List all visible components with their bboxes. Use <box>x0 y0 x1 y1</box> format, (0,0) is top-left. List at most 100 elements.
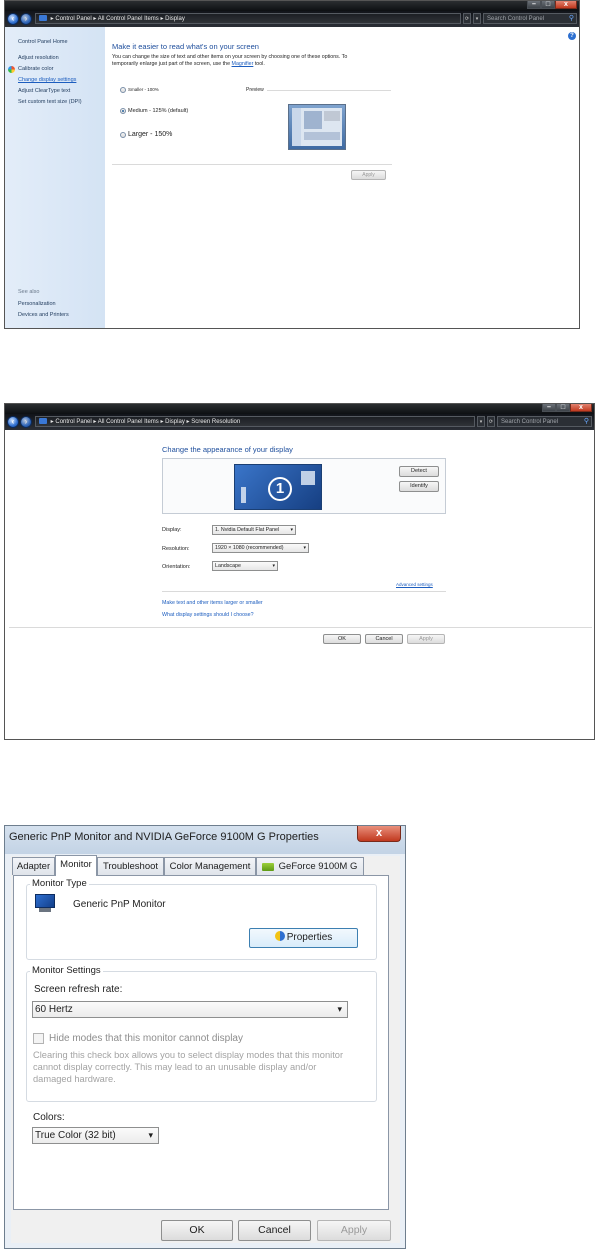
option-larger-label: Larger - 150% <box>128 131 173 138</box>
close-button[interactable]: x <box>357 826 401 842</box>
radio-smaller[interactable] <box>120 87 126 93</box>
search-input[interactable]: Search Control Panel ⚲ <box>497 416 592 427</box>
back-icon[interactable]: ‹ <box>7 13 19 25</box>
minimize-button[interactable]: – <box>527 1 541 9</box>
forward-icon[interactable]: › <box>20 416 32 428</box>
monitor-settings-label: Monitor Settings <box>30 965 103 976</box>
identify-button[interactable]: Identify <box>399 481 439 492</box>
address-bar[interactable]: ▸ Control Panel ▸ All Control Panel Item… <box>35 416 475 427</box>
orientation-label: Orientation: <box>162 564 191 570</box>
description-line-2: temporarily enlarge just part of the scr… <box>112 61 265 67</box>
colors-select[interactable]: True Color (32 bit) ▾ <box>32 1127 159 1144</box>
apply-button[interactable]: Apply <box>317 1220 391 1241</box>
close-button[interactable]: x <box>570 404 592 412</box>
breadcrumb-screen-resolution[interactable]: Screen Resolution <box>191 419 240 425</box>
detect-button[interactable]: Detect <box>399 466 439 477</box>
caption-buttons: – □ x <box>542 404 592 412</box>
address-dropdown-icon[interactable]: ▾ <box>477 416 485 427</box>
tab-geforce[interactable]: GeForce 9100M G <box>256 857 364 875</box>
address-toolbar: ‹ › ▸ Control Panel ▸ All Control Panel … <box>5 11 579 27</box>
option-smaller-label: Smaller - 100% <box>128 87 159 92</box>
colors-label: Colors: <box>33 1112 65 1123</box>
preview-label: Preview <box>246 87 264 93</box>
monitor-name: Generic PnP Monitor <box>73 899 166 910</box>
display-label: Display: <box>162 527 182 533</box>
screen-resolution-window: – □ x ‹ › ▸ Control Panel ▸ All Control … <box>4 403 595 740</box>
sidebar-item-adjust-resolution[interactable]: Adjust resolution <box>18 55 59 61</box>
ok-button[interactable]: OK <box>323 634 361 644</box>
hide-modes-desc-2: cannot display correctly. This may lead … <box>33 1062 317 1072</box>
sidebar-item-change-display-settings[interactable]: Change display settings <box>18 77 76 83</box>
maximize-button[interactable]: □ <box>541 1 555 9</box>
monitor-number-badge: 1 <box>268 477 292 501</box>
control-panel-icon <box>39 418 47 424</box>
cancel-button[interactable]: Cancel <box>365 634 403 644</box>
breadcrumb-control-panel[interactable]: Control Panel <box>55 16 91 22</box>
hide-modes-desc-1: Clearing this check box allows you to se… <box>33 1050 344 1060</box>
option-medium-label: Medium - 125% (default) <box>128 108 189 114</box>
sidebar-item-custom-text-size[interactable]: Set custom text size (DPI) <box>18 99 82 105</box>
address-dropdown-icon[interactable]: ▾ <box>473 13 481 24</box>
tab-adapter[interactable]: Adapter <box>12 857 55 875</box>
breadcrumb-control-panel[interactable]: Control Panel <box>55 419 91 425</box>
preview-image <box>288 104 346 150</box>
properties-button[interactable]: Properties <box>249 928 358 948</box>
forward-icon[interactable]: › <box>20 13 32 25</box>
radio-larger[interactable] <box>120 132 126 138</box>
title-bar: – □ x <box>5 1 579 11</box>
sidebar-item-calibrate-color[interactable]: Calibrate color <box>18 66 53 72</box>
radio-medium[interactable] <box>120 108 126 114</box>
sidebar-home[interactable]: Control Panel Home <box>18 39 68 45</box>
search-icon: ⚲ <box>568 15 574 22</box>
orientation-select[interactable]: Landscape ▾ <box>212 561 278 571</box>
hide-modes-desc-3: damaged hardware. <box>33 1074 116 1084</box>
monitor-icon <box>33 894 57 914</box>
address-toolbar: ‹ › ▸ Control Panel ▸ All Control Panel … <box>5 414 594 430</box>
help-icon[interactable]: ? <box>568 32 576 40</box>
caption-buttons: – □ x <box>527 1 577 9</box>
magnifier-link[interactable]: Magnifier <box>232 61 254 67</box>
shield-icon <box>8 66 15 73</box>
maximize-button[interactable]: □ <box>556 404 570 412</box>
tab-monitor[interactable]: Monitor <box>55 855 97 876</box>
page-title: Change the appearance of your display <box>162 445 293 454</box>
display-select[interactable]: 1. Nvidia Default Flat Panel ▾ <box>212 525 296 535</box>
advanced-settings-link[interactable]: Advanced settings <box>396 582 433 587</box>
sidebar-item-cleartype[interactable]: Adjust ClearType text <box>18 88 70 94</box>
apply-button[interactable]: Apply <box>351 170 386 180</box>
text-size-link[interactable]: Make text and other items larger or smal… <box>162 600 263 606</box>
refresh-icon[interactable]: ⟳ <box>487 416 495 427</box>
display-settings-help-link[interactable]: What display settings should I choose? <box>162 612 254 618</box>
resolution-label: Resolution: <box>162 546 190 552</box>
cancel-button[interactable]: Cancel <box>238 1220 311 1241</box>
breadcrumb-all-items[interactable]: All Control Panel Items <box>98 419 159 425</box>
tab-troubleshoot[interactable]: Troubleshoot <box>97 857 164 875</box>
see-also-label: See also <box>18 289 40 295</box>
refresh-rate-select[interactable]: 60 Hertz ▾ <box>32 1001 348 1018</box>
dialog-title: Generic PnP Monitor and NVIDIA GeForce 9… <box>9 831 319 843</box>
search-input[interactable]: Search Control Panel ⚲ <box>483 13 577 24</box>
hide-modes-checkbox[interactable] <box>33 1033 44 1044</box>
address-bar[interactable]: ▸ Control Panel ▸ All Control Panel Item… <box>35 13 461 24</box>
title-bar: – □ x <box>5 404 594 414</box>
apply-button[interactable]: Apply <box>407 634 445 644</box>
sidebar-item-devices-printers[interactable]: Devices and Printers <box>18 312 69 318</box>
ok-button[interactable]: OK <box>161 1220 233 1241</box>
search-icon: ⚲ <box>583 418 589 425</box>
tab-color-management[interactable]: Color Management <box>164 857 256 875</box>
hide-modes-label: Hide modes that this monitor cannot disp… <box>49 1033 243 1044</box>
breadcrumb-display[interactable]: Display <box>165 419 185 425</box>
sidebar-item-personalization[interactable]: Personalization <box>18 301 56 307</box>
breadcrumb-all-items[interactable]: All Control Panel Items <box>98 16 159 22</box>
chevron-down-icon: ▾ <box>272 563 275 569</box>
description-line-1: You can change the size of text and othe… <box>112 54 348 60</box>
refresh-icon[interactable]: ⟳ <box>463 13 471 24</box>
monitor-1-tile[interactable]: 1 <box>234 464 322 510</box>
back-icon[interactable]: ‹ <box>7 416 19 428</box>
refresh-rate-label: Screen refresh rate: <box>34 984 123 995</box>
dialog-titlebar: Generic PnP Monitor and NVIDIA GeForce 9… <box>5 826 405 854</box>
resolution-select[interactable]: 1920 × 1080 (recommended) ▾ <box>212 543 309 553</box>
close-button[interactable]: x <box>555 1 577 9</box>
minimize-button[interactable]: – <box>542 404 556 412</box>
breadcrumb-display[interactable]: Display <box>165 16 185 22</box>
